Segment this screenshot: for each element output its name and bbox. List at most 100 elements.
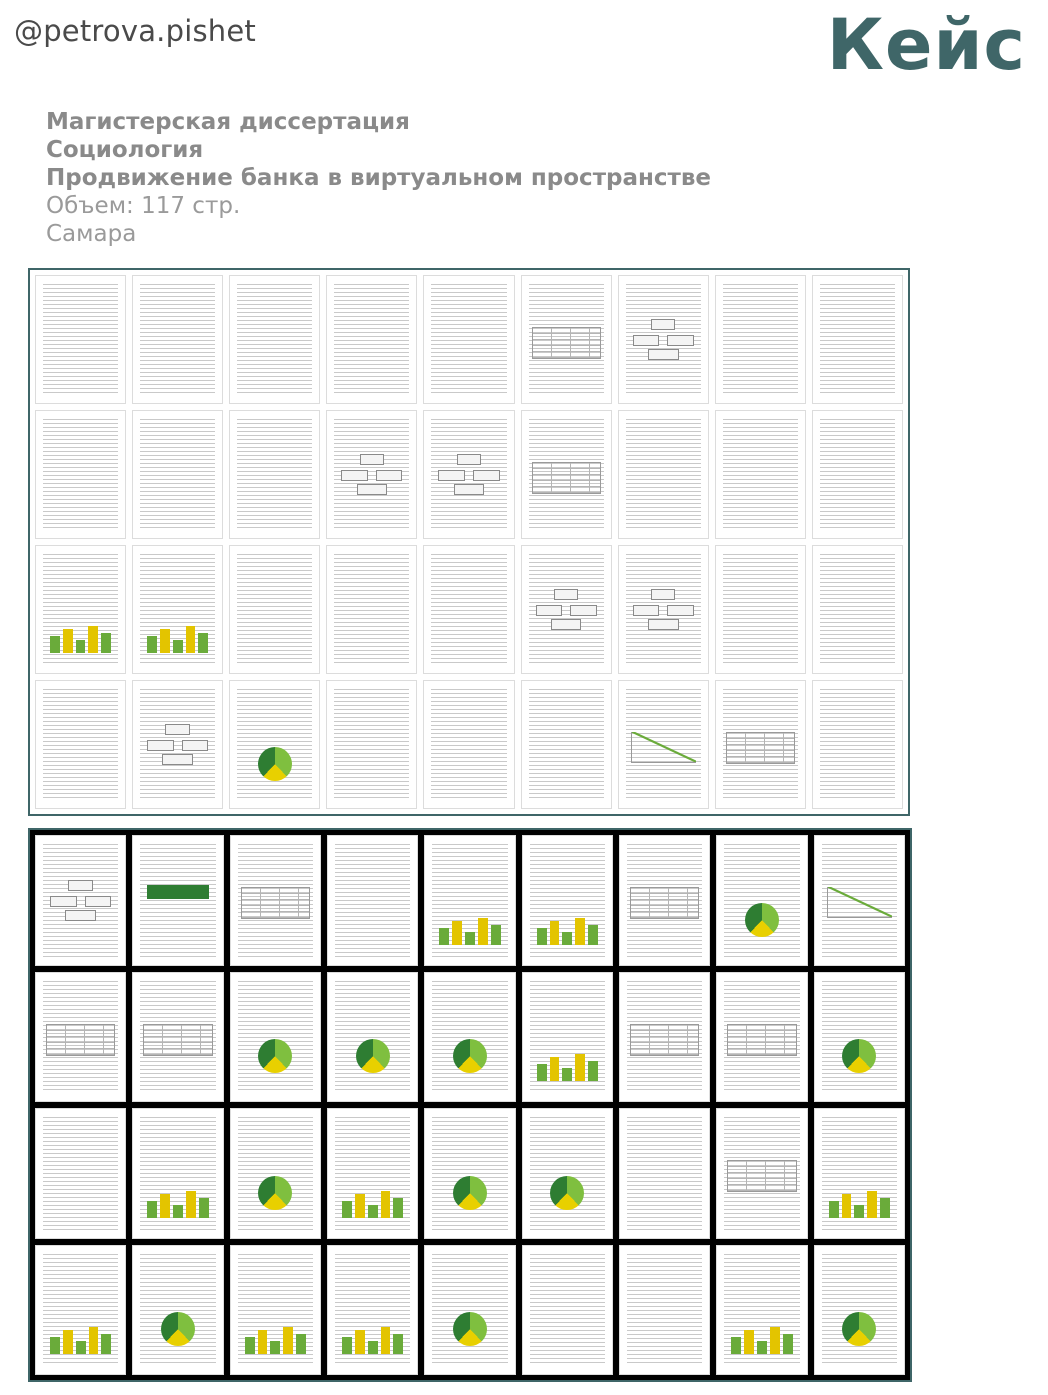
page-thumbnail: [35, 835, 127, 966]
bar-chart-figure: [50, 1326, 112, 1354]
page-thumbnail: [326, 275, 418, 404]
page-thumbnail: [423, 680, 515, 809]
page-thumbnail: [35, 410, 127, 539]
page-thumbnail: [619, 971, 711, 1102]
page-thumbnail: [520, 410, 612, 539]
page-text-lines: [335, 980, 411, 1093]
page-thumbnail: [35, 545, 127, 674]
diagram-figure: [341, 454, 403, 496]
page-thumbnail: [229, 1108, 321, 1239]
page-thumbnail: [326, 545, 418, 674]
diagram-box: [667, 335, 694, 347]
page-thumbnail: [714, 680, 806, 809]
diagram-box: [632, 335, 660, 347]
page-thumbnail: [617, 545, 709, 674]
bar-chart-figure: [731, 1326, 793, 1354]
bar: [101, 633, 112, 653]
pages-spread-2: [28, 828, 912, 1382]
diagram-box: [632, 605, 660, 617]
diagram-box: [50, 895, 77, 907]
page-thumbnail: [424, 971, 516, 1102]
page-thumbnail: [35, 680, 127, 809]
bar-chart-figure: [536, 1053, 599, 1081]
page-thumbnail: [229, 410, 321, 539]
page-text-lines: [528, 689, 604, 800]
diagram-figure: [535, 589, 597, 631]
page-thumbnail: [716, 1108, 808, 1239]
diagram-box: [667, 605, 694, 617]
line-chart-figure: [630, 731, 696, 763]
page-text-lines: [431, 554, 507, 665]
bar: [393, 1197, 404, 1218]
pages-spread-1: [28, 268, 910, 816]
page-text-lines: [432, 1117, 508, 1230]
bar: [380, 1327, 391, 1354]
page-text-lines: [140, 284, 216, 395]
bar: [575, 917, 586, 945]
pie-chart-figure: [744, 902, 779, 937]
bar: [147, 636, 157, 653]
page-thumbnail: [35, 971, 127, 1102]
diagram-figure: [632, 589, 694, 631]
diagram-figure: [50, 879, 112, 921]
bar: [477, 917, 488, 945]
bar: [172, 640, 183, 653]
table-figure: [46, 1023, 116, 1056]
page-text-lines: [43, 419, 119, 530]
page-thumbnail: [229, 680, 321, 809]
page-thumbnail: [619, 1244, 711, 1375]
page-text-lines: [432, 1253, 508, 1366]
diagram-box: [650, 319, 676, 331]
bar: [367, 1341, 378, 1354]
page-thumbnail: [424, 1244, 516, 1375]
logo-banner-figure: [147, 884, 209, 899]
page-thumbnail: [132, 275, 224, 404]
bar: [880, 1197, 891, 1218]
page-thumbnail: [714, 275, 806, 404]
page-text-lines: [431, 689, 507, 800]
page-thumbnail: [327, 1108, 419, 1239]
page-thumbnail: [229, 1244, 321, 1375]
diagram-box: [147, 740, 174, 752]
page-text-lines: [237, 689, 313, 800]
page-text-lines: [237, 1117, 313, 1230]
pie-chart-figure: [452, 1175, 487, 1210]
page-thumbnail: [327, 835, 419, 966]
bar-chart-figure: [828, 1190, 891, 1218]
bar: [744, 1330, 755, 1354]
diagram-box: [535, 605, 562, 617]
page-thumbnail: [35, 1108, 127, 1239]
page-thumbnail: [229, 835, 321, 966]
bar: [88, 1327, 99, 1354]
page-text-lines: [722, 284, 798, 395]
page-thumbnail: [132, 545, 224, 674]
bar: [731, 1337, 742, 1354]
bar: [198, 1197, 209, 1218]
page-thumbnail: [132, 835, 224, 966]
bar: [50, 636, 60, 653]
bar: [380, 1190, 391, 1218]
page-text-lines: [237, 284, 313, 395]
page-text-lines: [821, 1253, 897, 1366]
page-thumbnail: [811, 410, 903, 539]
page-thumbnail: [520, 275, 612, 404]
page-text-lines: [334, 284, 410, 395]
diagram-box: [181, 740, 209, 752]
bar: [342, 1200, 352, 1218]
page-thumbnail: [326, 410, 418, 539]
bar: [536, 927, 547, 945]
diagram-box: [456, 454, 482, 466]
diagram-box: [650, 589, 676, 601]
page-thumbnail: [617, 275, 709, 404]
page-thumbnail: [813, 835, 905, 966]
bar: [841, 1193, 852, 1218]
diagram-box: [341, 470, 368, 482]
page-thumbnail: [229, 971, 321, 1102]
page-thumbnail: [520, 680, 612, 809]
diagram-box: [570, 605, 597, 617]
bar: [867, 1190, 878, 1218]
bar: [854, 1204, 865, 1218]
page-text-lines: [237, 980, 313, 1093]
bar: [536, 1064, 547, 1081]
bar-chart-figure: [536, 917, 599, 945]
